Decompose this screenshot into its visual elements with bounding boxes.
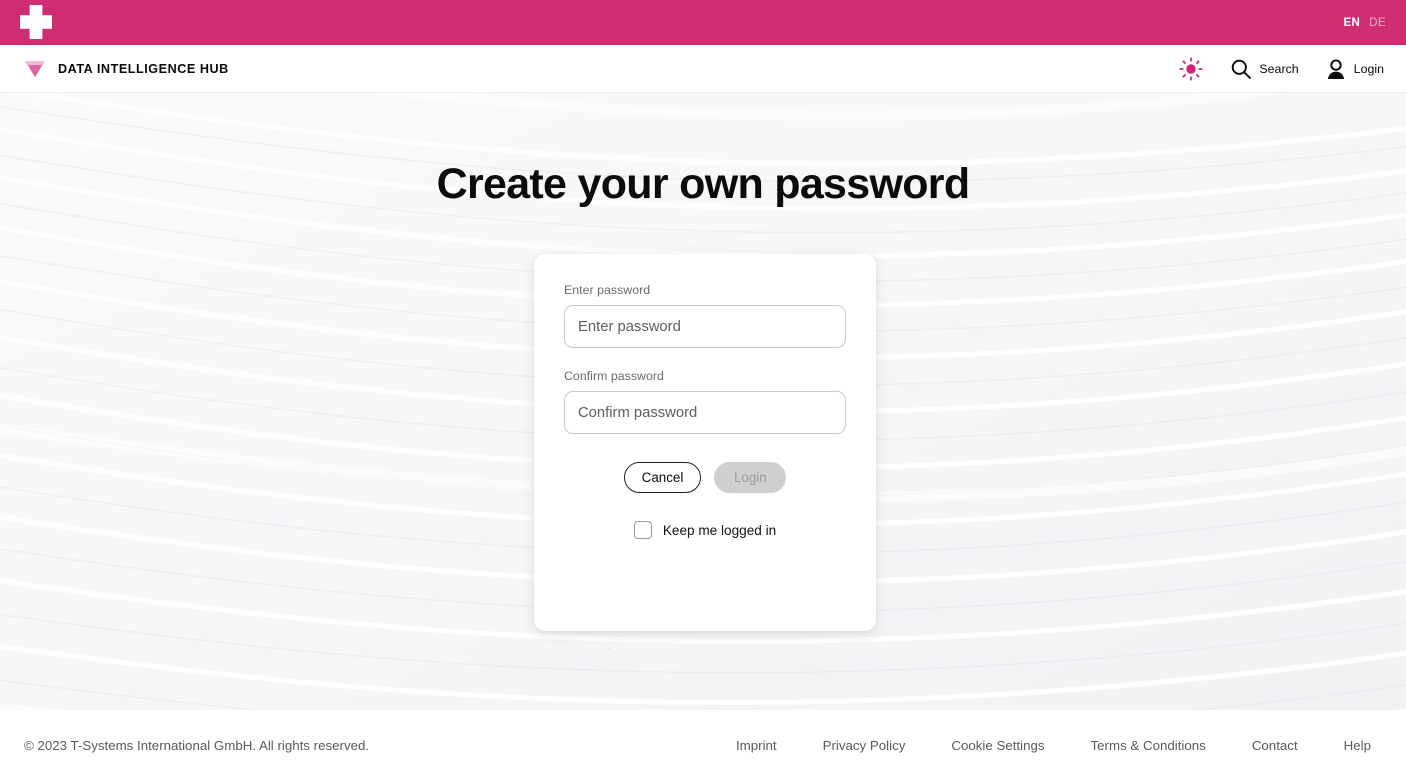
footer-link-imprint[interactable]: Imprint <box>713 738 800 753</box>
footer-link-privacy-policy[interactable]: Privacy Policy <box>800 738 929 753</box>
diamond-gem-icon <box>25 60 45 77</box>
keep-me-logged-in-label: Keep me logged in <box>662 522 777 538</box>
stray-text-artifact: ` <box>608 647 611 656</box>
top-magenta-bar: EN DE <box>0 0 1406 45</box>
hero-section: Create your own password Enter password … <box>0 93 1406 710</box>
login-submit-button[interactable]: Login <box>714 462 787 493</box>
navbar-actions: Search Login <box>1178 56 1384 82</box>
search-icon <box>1232 59 1252 79</box>
brand-home-link[interactable]: DATA INTELLIGENCE HUB <box>24 60 229 78</box>
search-label: Search <box>1259 61 1299 76</box>
keep-me-logged-in-row[interactable]: Keep me logged in <box>564 521 846 539</box>
page-footer: © 2023 T-Systems International GmbH. All… <box>0 710 1406 780</box>
field-confirm-password: Confirm password <box>564 369 846 434</box>
sun-icon <box>1180 57 1203 80</box>
brand-name: DATA INTELLIGENCE HUB <box>58 61 229 76</box>
enter-password-label: Enter password <box>564 283 651 297</box>
main-navbar: DATA INTELLIGENCE HUB Search Login <box>0 45 1406 93</box>
field-enter-password: Enter password <box>564 283 846 348</box>
hero-content: Create your own password Enter password … <box>0 93 1406 710</box>
page-root: EN DE DATA INTELLIGENCE HUB Search Login… <box>0 0 1406 780</box>
footer-link-contact[interactable]: Contact <box>1229 738 1321 753</box>
cancel-button[interactable]: Cancel <box>623 462 702 493</box>
t-mobile-t-logo-icon[interactable] <box>20 5 52 39</box>
theme-toggle-button[interactable] <box>1178 56 1204 82</box>
confirm-password-label: Confirm password <box>564 369 664 383</box>
login-button[interactable]: Login <box>1325 58 1384 80</box>
copyright-text: © 2023 T-Systems International GmbH. All… <box>24 737 370 753</box>
login-label: Login <box>1353 61 1384 76</box>
language-de[interactable]: DE <box>1369 17 1386 29</box>
search-button[interactable]: Search <box>1230 58 1299 80</box>
footer-link-terms-conditions[interactable]: Terms & Conditions <box>1068 738 1229 753</box>
password-form-card: Enter password Confirm password Cancel L… <box>534 254 876 656</box>
footer-link-cookie-settings[interactable]: Cookie Settings <box>928 738 1067 753</box>
footer-links: Imprint Privacy Policy Cookie Settings T… <box>713 738 1384 753</box>
user-icon <box>1327 58 1344 79</box>
enter-password-input[interactable] <box>564 305 846 348</box>
language-en[interactable]: EN <box>1343 17 1360 29</box>
language-switcher[interactable]: EN DE <box>1343 0 1386 45</box>
confirm-password-input[interactable] <box>564 391 846 434</box>
footer-link-help[interactable]: Help <box>1321 738 1384 753</box>
page-title: Create your own password <box>436 160 970 208</box>
form-button-row: Cancel Login <box>564 462 846 493</box>
keep-me-logged-in-checkbox[interactable] <box>633 521 652 539</box>
